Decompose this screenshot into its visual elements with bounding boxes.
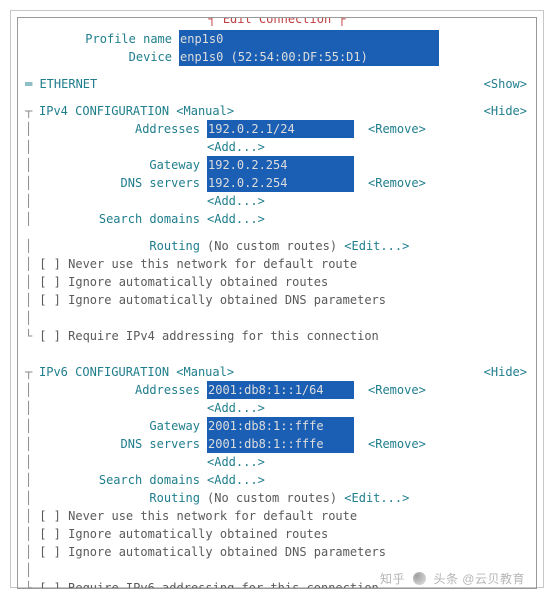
field-ipv6-gateway[interactable]: 2001:db8:1::fffe — [207, 417, 354, 435]
field-ipv4-gateway[interactable]: 192.0.2.254 — [207, 156, 354, 174]
section-ipv6-header: ┬ IPv6 CONFIGURATION <Manual> <Hide> — [25, 363, 529, 381]
label-gateway: Gateway — [32, 156, 200, 174]
checkbox-ipv4-require[interactable]: [ ] — [32, 327, 68, 345]
checkbox-ipv4-no-default-route[interactable]: [ ] — [32, 255, 68, 273]
ipv6-dns-add[interactable]: <Add...> — [207, 453, 265, 471]
row-ipv6-routing: │ Routing (No custom routes) <Edit...> — [25, 489, 529, 507]
ipv6-routing-edit[interactable]: <Edit...> — [344, 489, 409, 507]
ipv4-address-remove[interactable]: <Remove> — [368, 120, 426, 138]
ipv4-dns-add[interactable]: <Add...> — [207, 192, 265, 210]
label-dns: DNS servers — [32, 435, 200, 453]
ethernet-header: ETHERNET — [39, 75, 97, 93]
ipv6-address-remove[interactable]: <Remove> — [368, 381, 426, 399]
section-ipv4-header: ┬ IPv4 CONFIGURATION <Manual> <Hide> — [25, 102, 529, 120]
row-ipv6-search: │ Search domains <Add...> — [25, 471, 529, 489]
window-title: ┤ Edit Connection ├ — [204, 17, 349, 28]
tree-bar-icon: ┬ — [25, 363, 32, 381]
checkbox-ipv4-ignore-dns[interactable]: [ ] — [32, 291, 68, 309]
row-ipv4-routing: │ Routing (No custom routes) <Edit...> — [25, 237, 529, 255]
row-ipv6-spacer: │ — [25, 561, 529, 579]
row-ipv4-addresses-add: │ <Add...> — [25, 138, 529, 156]
row-ipv6-gateway: │ Gateway 2001:db8:1::fffe — [25, 417, 529, 435]
checkbox-ipv4-ignore-routes[interactable]: [ ] — [32, 273, 68, 291]
row-ipv4-spacer: │ — [25, 309, 529, 327]
ipv4-mode[interactable]: <Manual> — [176, 102, 234, 120]
row-ipv6-cb3: │ [ ] Ignore automatically obtained DNS … — [25, 543, 529, 561]
field-ipv6-dns[interactable]: 2001:db8:1::fffe — [207, 435, 354, 453]
ipv4-dns-remove[interactable]: <Remove> — [368, 174, 426, 192]
ipv6-header: IPv6 CONFIGURATION — [39, 363, 169, 381]
label-dns: DNS servers — [32, 174, 200, 192]
row-ipv4-dns: │ DNS servers 192.0.2.254 <Remove> — [25, 174, 529, 192]
field-ipv6-address[interactable]: 2001:db8:1::1/64 — [207, 381, 354, 399]
title-bar: ┤ Edit Connection ├ — [18, 17, 536, 35]
row-ipv4-cb2: │ [ ] Ignore automatically obtained rout… — [25, 273, 529, 291]
label-routing: Routing — [32, 489, 200, 507]
ipv4-routing-edit[interactable]: <Edit...> — [344, 237, 409, 255]
window-frame: ┤ Edit Connection ├ Profile name enp1s0 … — [10, 10, 544, 588]
checkbox-ipv6-ignore-routes[interactable]: [ ] — [32, 525, 68, 543]
ipv6-dns-remove[interactable]: <Remove> — [368, 435, 426, 453]
label-addresses: Addresses — [32, 120, 200, 138]
ipv6-search-add[interactable]: <Add...> — [207, 471, 265, 489]
ipv6-hide-toggle[interactable]: <Hide> — [484, 363, 529, 381]
collapse-icon[interactable]: ═ — [25, 75, 39, 93]
row-ipv6-dns: │ DNS servers 2001:db8:1::fffe <Remove> — [25, 435, 529, 453]
ethernet-show-toggle[interactable]: <Show> — [484, 75, 529, 93]
row-ipv6-cb1: │ [ ] Never use this network for default… — [25, 507, 529, 525]
label-gateway: Gateway — [32, 417, 200, 435]
inner-box: ┤ Edit Connection ├ Profile name enp1s0 … — [17, 17, 537, 589]
row-ipv6-addresses-add: │ <Add...> — [25, 399, 529, 417]
checkbox-ipv6-no-default-route[interactable]: [ ] — [32, 507, 68, 525]
ipv6-routing-value: (No custom routes) — [207, 489, 337, 507]
label-device: Device — [25, 48, 172, 66]
field-ipv4-dns[interactable]: 192.0.2.254 — [207, 174, 354, 192]
ipv4-header: IPv4 CONFIGURATION — [39, 102, 169, 120]
section-ethernet: ═ ETHERNET <Show> — [25, 75, 529, 93]
ipv6-mode[interactable]: <Manual> — [176, 363, 234, 381]
row-ipv4-cb1: │ [ ] Never use this network for default… — [25, 255, 529, 273]
ipv4-hide-toggle[interactable]: <Hide> — [484, 102, 529, 120]
row-ipv6-addresses: │ Addresses 2001:db8:1::1/64 <Remove> — [25, 381, 529, 399]
tree-bar-icon: ┬ — [25, 102, 32, 120]
row-ipv4-cb3: │ [ ] Ignore automatically obtained DNS … — [25, 291, 529, 309]
ipv4-address-add[interactable]: <Add...> — [207, 138, 265, 156]
row-ipv4-dns-add: │ <Add...> — [25, 192, 529, 210]
row-ipv6-cb2: │ [ ] Ignore automatically obtained rout… — [25, 525, 529, 543]
ipv4-search-add[interactable]: <Add...> — [207, 210, 265, 228]
row-ipv6-dns-add: │ <Add...> — [25, 453, 529, 471]
ipv6-address-add[interactable]: <Add...> — [207, 399, 265, 417]
row-ipv4-addresses: │ Addresses 192.0.2.1/24 <Remove> — [25, 120, 529, 138]
field-device[interactable]: enp1s0 (52:54:00:DF:55:D1) — [179, 48, 439, 66]
row-device: Device enp1s0 (52:54:00:DF:55:D1) — [25, 48, 529, 66]
field-ipv4-address[interactable]: 192.0.2.1/24 — [207, 120, 354, 138]
label-search-domains: Search domains — [32, 471, 200, 489]
checkbox-ipv6-require[interactable]: [ ] — [32, 579, 68, 589]
label-addresses: Addresses — [32, 381, 200, 399]
label-routing: Routing — [32, 237, 200, 255]
row-ipv4-require: └ [ ] Require IPv4 addressing for this c… — [25, 327, 529, 345]
label-search-domains: Search domains — [32, 210, 200, 228]
checkbox-ipv6-ignore-dns[interactable]: [ ] — [32, 543, 68, 561]
ipv4-routing-value: (No custom routes) — [207, 237, 337, 255]
row-ipv4-search: │ Search domains <Add...> — [25, 210, 529, 228]
row-ipv6-require: └ [ ] Require IPv6 addressing for this c… — [25, 579, 529, 589]
row-ipv4-gateway: │ Gateway 192.0.2.254 — [25, 156, 529, 174]
